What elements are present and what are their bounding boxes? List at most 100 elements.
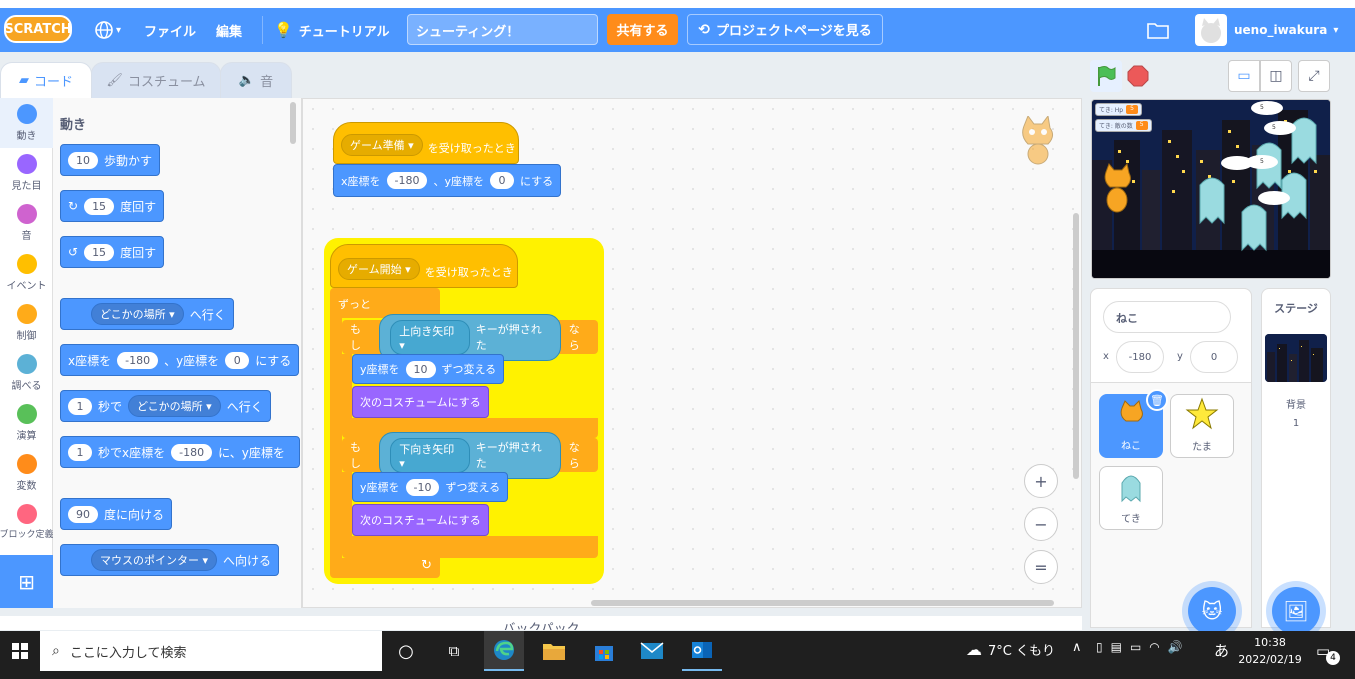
system-tray-icons[interactable]: ▯ ▤ ▭ ◠ 🔊 [1096, 640, 1183, 654]
small-stage-button[interactable]: ▭ [1228, 60, 1260, 92]
block-next-costume[interactable]: 次のコスチュームにする [352, 386, 489, 418]
message-dropdown[interactable]: ゲーム準備 ▾ [341, 134, 423, 156]
my-stuff-button[interactable] [1147, 8, 1169, 52]
hat-when-receive-ready[interactable]: ゲーム準備 ▾ を受け取ったとき [333, 122, 519, 164]
tab-costumes[interactable]: 🖌 コスチューム [91, 62, 221, 98]
block-input[interactable]: 90 [68, 505, 98, 523]
block-input[interactable]: 0 [490, 172, 514, 189]
add-extension-button[interactable]: ⊞ [0, 555, 53, 608]
clock[interactable]: 10:38 2022/02/19 [1236, 634, 1304, 668]
block-dropdown[interactable]: どこかの場所 ▾ [91, 303, 184, 325]
block-glide-xy[interactable]: 1 秒でx座標を -180 に、y座標を [60, 436, 300, 468]
sprite-tile-teki[interactable]: てき [1099, 466, 1163, 530]
message-dropdown[interactable]: ゲーム開始 ▾ [338, 258, 420, 280]
block-input[interactable]: -10 [405, 478, 440, 496]
zoom-out-button[interactable]: − [1024, 507, 1058, 541]
tab-code[interactable]: ▰ コード [0, 62, 92, 98]
stop-button[interactable] [1127, 65, 1149, 87]
category-variables[interactable]: 変数 [0, 448, 53, 498]
block-input[interactable]: -180 [386, 172, 428, 189]
tab-sounds[interactable]: 🔈 音 [220, 62, 292, 98]
workspace-horizontal-scrollbar[interactable] [591, 600, 1054, 606]
category-motion[interactable]: 動き [0, 98, 53, 148]
add-backdrop-button[interactable]: 🖼 [1272, 587, 1320, 635]
category-my-blocks[interactable]: ブロック定義 [0, 498, 53, 546]
language-menu[interactable]: ▾ [94, 8, 121, 52]
file-explorer-button[interactable] [534, 637, 574, 665]
category-looks[interactable]: 見た目 [0, 148, 53, 198]
block-move-steps[interactable]: 10 歩動かす [60, 144, 161, 176]
category-events[interactable]: イベント [0, 248, 53, 298]
workspace-vertical-scrollbar[interactable] [1073, 213, 1079, 479]
backpack-header[interactable]: バックパック [0, 616, 1082, 630]
mail-button[interactable] [632, 637, 672, 665]
if-down-key-block[interactable]: もし 下向き矢印 ▾ キーが押された なら [342, 431, 598, 479]
notification-center-button[interactable]: ▭ 4 [1316, 642, 1340, 665]
block-input[interactable]: 15 [84, 197, 115, 215]
task-view-button[interactable]: ⧉ [434, 637, 474, 665]
edge-taskbar-button[interactable] [484, 631, 524, 671]
block-input[interactable]: 1 [68, 443, 92, 461]
block-goto-xy[interactable]: x座標を -180 、y座標を 0 にする [333, 164, 562, 197]
block-input[interactable]: 0 [225, 351, 250, 369]
file-menu[interactable]: ファイル [144, 8, 196, 52]
outlook-button[interactable] [682, 631, 722, 671]
ime-indicator[interactable]: あ [1214, 640, 1229, 661]
account-menu[interactable]: ueno_iwakura ▾ [1234, 8, 1338, 52]
block-next-costume[interactable]: 次のコスチュームにする [352, 504, 489, 536]
fullscreen-button[interactable]: ⤢ [1298, 60, 1330, 92]
taskbar-search[interactable]: ⌕ ここに入力して検索 [40, 631, 382, 671]
block-input[interactable]: -180 [171, 443, 213, 461]
category-sound[interactable]: 音 [0, 198, 53, 248]
start-button[interactable] [0, 637, 40, 665]
show-hidden-icons-button[interactable]: ∧ [1072, 640, 1082, 655]
key-dropdown[interactable]: 上向き矢印 ▾ [390, 319, 470, 355]
if-up-key-block[interactable]: もし 上向き矢印 ▾ キーが押された なら [342, 313, 598, 361]
zoom-in-button[interactable]: + [1024, 464, 1058, 498]
block-input[interactable]: 15 [84, 243, 115, 261]
green-flag-button[interactable] [1090, 60, 1122, 92]
block-goto-xy[interactable]: x座標を -180 、y座標を 0 にする [60, 344, 300, 376]
block-goto[interactable]: どこかの場所 ▾ へ行く [60, 298, 234, 330]
block-point-direction[interactable]: 90 度に向ける [60, 498, 173, 530]
share-button[interactable]: 共有する [607, 14, 678, 45]
block-turn-right[interactable]: ↻ 15 度回す [60, 190, 165, 222]
category-operators[interactable]: 演算 [0, 398, 53, 448]
key-dropdown[interactable]: 下向き矢印 ▾ [390, 437, 470, 473]
block-turn-left[interactable]: ↺ 15 度回す [60, 236, 165, 268]
add-sprite-button[interactable]: 🐱 [1188, 587, 1236, 635]
sprite-name-input[interactable]: ねこ [1103, 301, 1231, 333]
sprite-tile-tama[interactable]: たま [1170, 394, 1234, 458]
tutorials-menu[interactable]: 💡 チュートリアル [274, 8, 390, 52]
block-input[interactable]: 10 [405, 360, 436, 378]
block-input[interactable]: 10 [68, 151, 98, 169]
block-point-towards[interactable]: マウスのポインター ▾ へ向ける [60, 544, 280, 576]
zoom-reset-button[interactable]: = [1024, 550, 1058, 584]
large-stage-button[interactable]: ◫ [1260, 60, 1292, 92]
see-project-page-button[interactable]: ⟲ プロジェクトページを見る [687, 14, 883, 45]
store-button[interactable] [584, 637, 624, 665]
edit-menu[interactable]: 編集 [216, 8, 242, 52]
block-input[interactable]: 1 [68, 397, 92, 415]
project-title-input[interactable]: シューティング！ [407, 14, 598, 45]
category-menu: 動き 見た目 音 イベント 制御 調べる 演算 変数 ブロック定義 [0, 98, 53, 608]
block-change-y[interactable]: y座標を 10 ずつ変える [352, 354, 505, 384]
scratch-logo[interactable]: SCRATCH [4, 15, 72, 43]
hat-when-receive-start[interactable]: ゲーム開始 ▾ を受け取ったとき [330, 244, 518, 288]
sprite-x-input[interactable]: -180 [1116, 341, 1164, 373]
block-dropdown[interactable]: どこかの場所 ▾ [128, 395, 221, 417]
category-sensing[interactable]: 調べる [0, 348, 53, 398]
block-glide-to[interactable]: 1 秒で どこかの場所 ▾ へ行く [60, 390, 271, 422]
avatar[interactable] [1195, 14, 1227, 46]
delete-sprite-button[interactable]: 🗑 [1146, 389, 1168, 411]
cortana-button[interactable]: ○ [386, 637, 426, 665]
block-dropdown[interactable]: マウスのポインター ▾ [91, 549, 218, 571]
weather-widget[interactable]: ☁ 7°C くもり [966, 640, 1055, 659]
palette-scrollbar[interactable] [290, 102, 296, 144]
block-change-y[interactable]: y座標を -10 ずつ変える [352, 472, 509, 502]
sprite-y-input[interactable]: 0 [1190, 341, 1238, 373]
category-control[interactable]: 制御 [0, 298, 53, 348]
block-input[interactable]: -180 [117, 351, 159, 369]
stage-canvas[interactable]: てき: Hp 5 てき: 敵の数 5 5 5 5 [1091, 99, 1331, 279]
backdrop-thumbnail[interactable] [1265, 334, 1327, 382]
